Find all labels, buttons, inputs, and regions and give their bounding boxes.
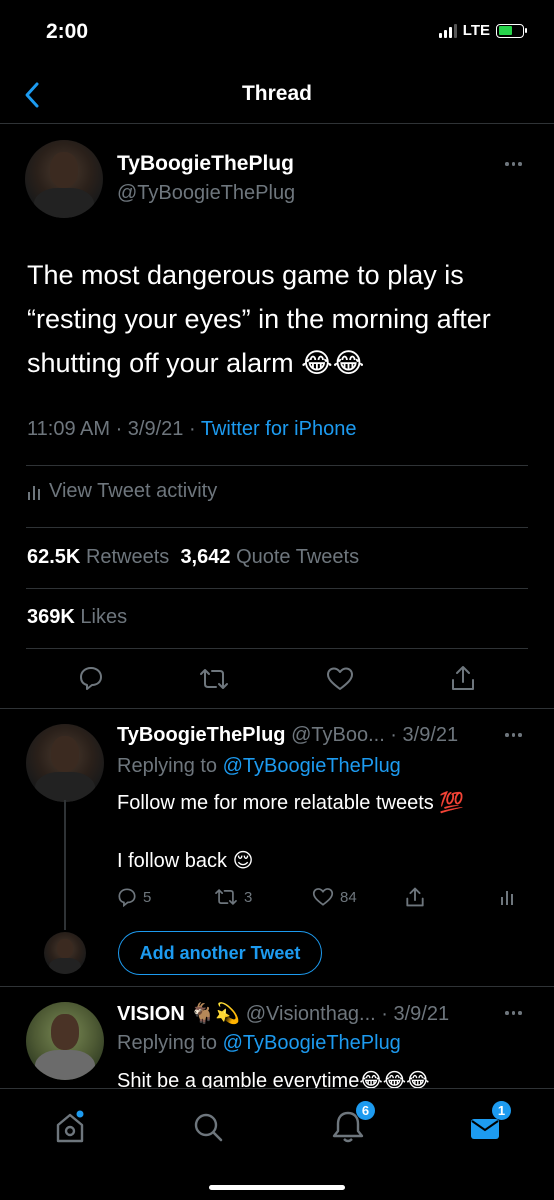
view-activity-link[interactable]: View Tweet activity — [27, 480, 217, 503]
messages-badge: 1 — [492, 1101, 511, 1120]
likes-label: Likes — [80, 606, 128, 628]
reply-text-line: I follow back 😌 — [117, 850, 254, 872]
divider — [0, 708, 554, 709]
add-another-tweet-button[interactable]: Add another Tweet — [118, 931, 322, 975]
avatar[interactable] — [25, 140, 103, 218]
thread-connector — [64, 800, 66, 930]
like-action[interactable]: 84 — [312, 887, 357, 907]
divider — [0, 986, 554, 987]
tab-bar: 6 1 — [0, 1088, 554, 1200]
retweets-count: 62.5K — [27, 546, 81, 568]
tweet-source-link[interactable]: Twitter for iPhone — [201, 418, 357, 440]
reply-icon — [118, 888, 136, 907]
view-activity-label: View Tweet activity — [49, 480, 218, 502]
replying-to-link[interactable]: @TyBoogieThePlug — [223, 755, 401, 777]
retweets-label: Retweets — [85, 546, 170, 568]
activity-icon[interactable] — [500, 887, 514, 907]
network-label: LTE — [462, 22, 490, 39]
status-icons: LTE — [438, 22, 527, 39]
home-icon[interactable] — [50, 1107, 90, 1147]
replying-to: Replying to @TyBoogieThePlug — [117, 755, 401, 777]
replying-to-link[interactable]: @TyBoogieThePlug — [223, 1032, 401, 1054]
divider — [26, 527, 528, 528]
avatar[interactable] — [26, 1002, 104, 1080]
share-icon[interactable] — [405, 886, 425, 908]
tweet-text: The most dangerous game to play is “rest… — [27, 260, 491, 378]
like-icon — [312, 888, 334, 906]
divider — [0, 123, 554, 124]
share-icon[interactable] — [450, 664, 476, 692]
reply-handle-date[interactable]: @Visionthag... · 3/9/21 — [246, 1003, 449, 1025]
retweet-action[interactable]: 3 — [214, 887, 252, 907]
avatar[interactable] — [26, 724, 104, 802]
divider — [26, 588, 528, 589]
quotes-label: Quote Tweets — [236, 546, 360, 568]
divider — [26, 648, 528, 649]
reply-author-name[interactable]: VISION 🐐💫 — [117, 1003, 240, 1025]
like-icon[interactable] — [326, 666, 354, 692]
likes-count: 369K — [27, 606, 75, 628]
reply-count: 5 — [143, 888, 152, 906]
more-icon[interactable] — [505, 1011, 522, 1015]
divider — [26, 465, 528, 466]
status-time: 2:00 — [46, 20, 89, 43]
reply-author-name[interactable]: TyBoogieThePlug — [117, 724, 286, 746]
more-icon[interactable] — [505, 162, 522, 166]
page-title: Thread — [241, 82, 312, 105]
reply-text-line: Follow me for more relatable tweets 💯 — [117, 792, 465, 814]
like-stats[interactable]: 369K Likes — [27, 606, 127, 629]
reply-icon[interactable] — [78, 665, 104, 691]
retweet-stats[interactable]: 62.5K Retweets 3,642 Quote Tweets — [27, 546, 359, 569]
tweet-meta: 11:09 AM · 3/9/21 · Twitter for iPhone — [27, 418, 356, 441]
search-icon[interactable] — [188, 1107, 228, 1147]
retweet-icon[interactable] — [199, 666, 229, 692]
avatar[interactable] — [44, 932, 86, 974]
reply-header: VISION 🐐💫 @Visionthag... · 3/9/21 — [117, 1001, 449, 1026]
activity-icon — [28, 485, 40, 500]
tweet-timestamp: 11:09 AM · 3/9/21 · — [27, 418, 201, 440]
more-icon[interactable] — [505, 733, 522, 737]
like-count: 84 — [340, 888, 357, 906]
home-indicator — [209, 1185, 345, 1190]
retweet-icon — [215, 889, 237, 905]
battery-icon — [496, 23, 527, 38]
reply-action[interactable]: 5 — [117, 887, 151, 907]
quotes-count: 3,642 — [180, 546, 231, 568]
author-name[interactable]: TyBoogieThePlug — [117, 152, 294, 176]
author-handle[interactable]: @TyBoogieThePlug — [117, 182, 295, 205]
reply-handle-date[interactable]: @TyBoo... · 3/9/21 — [291, 724, 458, 746]
retweet-count: 3 — [244, 888, 253, 906]
reply-header: TyBoogieThePlug @TyBoo... · 3/9/21 — [117, 724, 458, 747]
signal-icon — [438, 23, 457, 38]
notifications-badge: 6 — [356, 1101, 375, 1120]
replying-to: Replying to @TyBoogieThePlug — [117, 1032, 401, 1054]
